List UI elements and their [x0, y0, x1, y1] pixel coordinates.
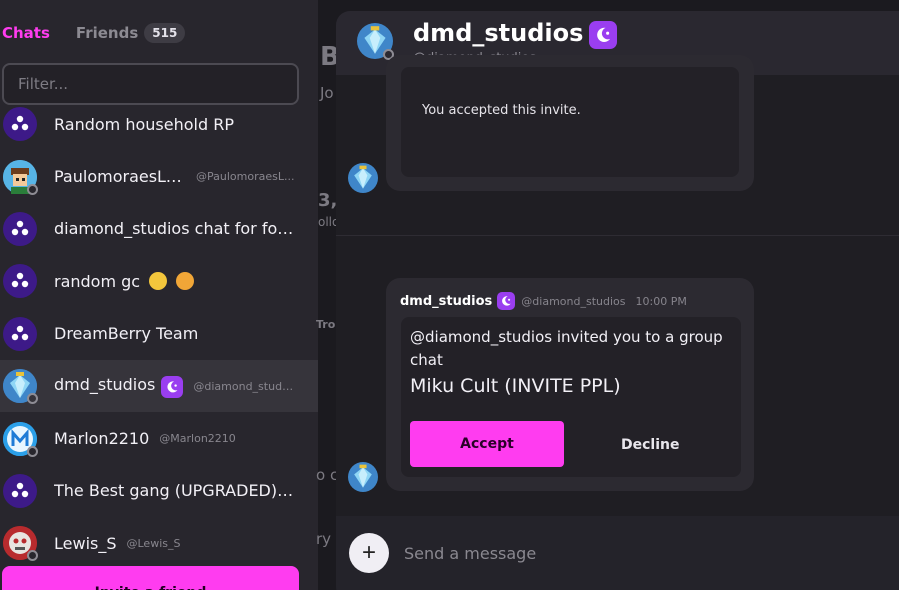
message-composer: + — [336, 516, 899, 590]
chat-item-name: Lewis_S — [54, 533, 117, 553]
chat-item-name: dmd_studios — [54, 374, 156, 394]
message-header: dmd_studios @diamond_studios 10:00 PM — [400, 292, 687, 310]
chat-item-handle: @Marlon2210 — [159, 432, 236, 446]
chat-item-handle: @PaulomoraesL... — [196, 170, 295, 184]
chat-item-name: Random household RP — [54, 114, 234, 134]
conversation-title-wrap: dmd_studios — [413, 19, 618, 49]
chat-item-name-wrap: random gc — [54, 271, 195, 291]
chat-item-paulomoraes[interactable]: PaulomoraesLe... @PaulomoraesL... — [0, 150, 318, 202]
tab-friends-label: Friends — [75, 24, 139, 42]
tab-chats[interactable]: Chats — [2, 24, 50, 42]
conversation-title: dmd_studios — [413, 19, 584, 47]
previous-invite-card: You accepted this invite. — [386, 55, 754, 191]
group-avatar — [3, 264, 37, 299]
grinning-face-emoji-icon — [149, 271, 168, 290]
conversation-window: dmd_studios @diamond_studios You accepte… — [336, 11, 899, 590]
avatar — [3, 369, 38, 405]
chat-item-name-wrap: dmd_studios — [54, 374, 184, 398]
moon-star-icon — [497, 292, 516, 310]
group-icon — [11, 220, 29, 236]
chat-list-panel: Chats Friends 515 Random household RP — [0, 0, 318, 590]
avatar — [3, 159, 38, 195]
chat-item-random-gc[interactable]: random gc — [0, 255, 318, 307]
chat-item-lewis-s[interactable]: Lewis_S @Lewis_S — [0, 517, 318, 569]
group-icon — [11, 482, 29, 498]
diamond-avatar-icon — [348, 462, 378, 492]
chat-tabs: Chats Friends 515 — [0, 18, 318, 48]
status-dot — [27, 445, 38, 457]
accepted-invite-text: You accepted this invite. — [422, 103, 581, 118]
group-avatar — [3, 316, 37, 351]
moon-star-icon — [589, 21, 618, 49]
chat-item-random-household-rp[interactable]: Random household RP — [0, 98, 318, 150]
message-divider — [336, 235, 899, 236]
moon-star-icon — [161, 375, 184, 398]
friends-count-badge: 515 — [144, 23, 186, 43]
chat-item-name: PaulomoraesLe... — [54, 167, 186, 187]
group-avatar — [3, 473, 37, 508]
chat-list: Random household RP PaulomoraesLe... @Pa… — [0, 98, 318, 570]
invite-group-name: Miku Cult (INVITE PPL) — [410, 375, 621, 397]
message-avatar[interactable] — [348, 163, 378, 193]
diamond-avatar-icon — [348, 163, 378, 193]
message-sender-handle: @diamond_studios — [521, 294, 626, 308]
group-invite-card: dmd_studios @diamond_studios 10:00 PM @d… — [386, 278, 754, 491]
group-icon — [11, 115, 29, 131]
cowboy-hat-face-emoji-icon — [176, 271, 195, 290]
group-invite-body: @diamond_studios invited you to a group … — [401, 317, 741, 477]
message-sender[interactable]: dmd_studios — [400, 294, 492, 309]
message-avatar[interactable] — [348, 462, 378, 492]
chat-item-name: diamond_studios chat for follo... — [54, 219, 297, 239]
message-area: You accepted this invite. dmd_studios @d… — [336, 55, 899, 590]
previous-invite-body — [401, 67, 739, 177]
chat-item-name: Marlon2210 — [54, 429, 150, 449]
background-profile-text-2: o c — [316, 466, 339, 484]
group-avatar — [3, 211, 37, 246]
background-profile-text: Jo — [320, 84, 334, 102]
chat-item-name: random gc — [54, 271, 141, 291]
background-profile-text-3: ry — [316, 530, 332, 548]
chat-item-marlon2210[interactable]: Marlon2210 @Marlon2210 — [0, 412, 318, 464]
group-icon — [11, 273, 29, 288]
status-dot — [27, 183, 38, 195]
chat-item-name: The Best gang (UPGRADED) ... — [54, 481, 297, 501]
invite-text: @diamond_studios invited you to a group … — [410, 328, 723, 369]
chat-item-the-best-gang[interactable]: The Best gang (UPGRADED) ... — [0, 465, 318, 517]
decline-invite-button[interactable]: Decline — [621, 437, 679, 453]
conversation-avatar[interactable] — [357, 23, 394, 60]
chat-item-diamond-studios-chat[interactable]: diamond_studios chat for follo... — [0, 203, 318, 255]
chat-item-handle: @Lewis_S — [126, 536, 181, 550]
accept-invite-button[interactable]: Accept — [410, 421, 564, 467]
message-timestamp: 10:00 PM — [635, 294, 687, 308]
add-attachment-button[interactable]: + — [349, 533, 389, 573]
group-icon — [11, 325, 29, 340]
group-avatar — [3, 107, 37, 142]
message-input[interactable] — [388, 530, 899, 576]
chat-item-dreamberry-team[interactable]: DreamBerry Team — [0, 308, 318, 360]
chat-item-handle: @diamond_studios — [193, 379, 296, 393]
tab-friends[interactable]: Friends 515 — [75, 23, 186, 43]
chat-item-name: DreamBerry Team — [54, 324, 199, 344]
chat-item-dmd-studios[interactable]: dmd_studios @diamond_studios — [0, 359, 318, 413]
avatar — [3, 421, 38, 457]
invite-friend-button[interactable]: Invite a friend — [2, 566, 299, 590]
avatar — [3, 526, 38, 562]
